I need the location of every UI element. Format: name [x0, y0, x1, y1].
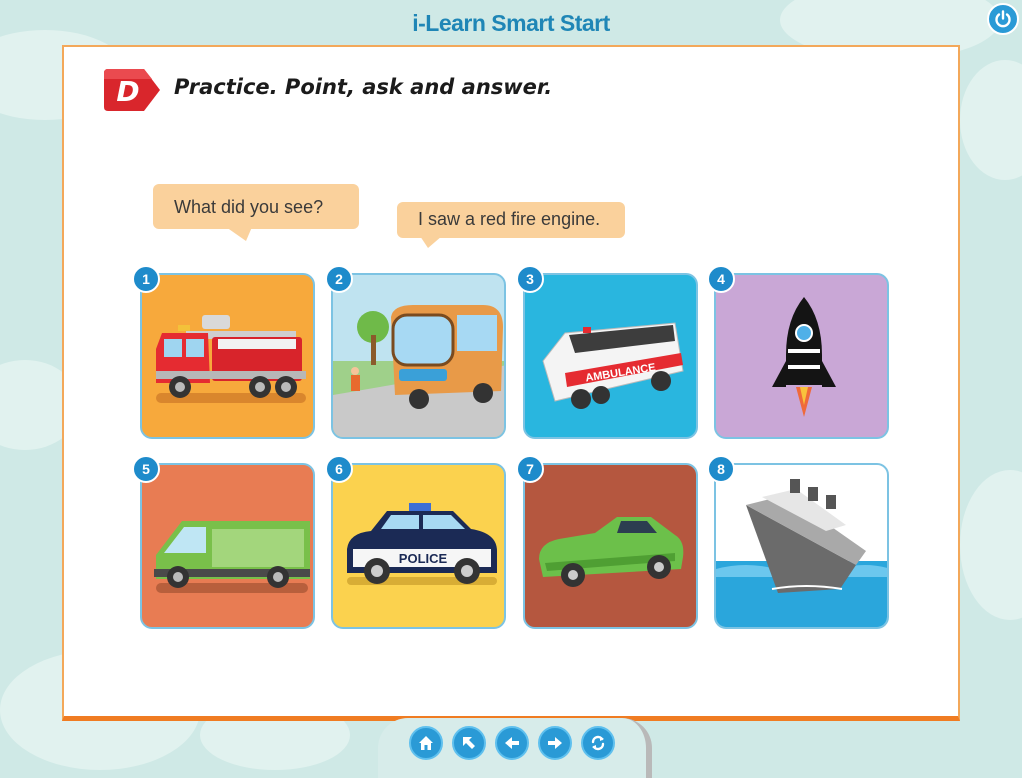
police-car-illustration: POLICE [347, 503, 497, 585]
card-number-8: 8 [707, 455, 735, 483]
background-cloud [960, 60, 1022, 180]
picture-card-2[interactable] [331, 273, 506, 439]
car-illustration [539, 517, 684, 587]
rocket-illustration [772, 297, 836, 417]
activity-letter: D [116, 75, 139, 108]
picture-card-4[interactable] [714, 273, 889, 439]
answer-bubble-tail [420, 236, 442, 248]
next-button[interactable] [538, 726, 572, 760]
van-illustration [154, 521, 310, 593]
refresh-icon [591, 735, 605, 751]
activity-letter-badge: D [104, 69, 160, 111]
background-cloud [960, 470, 1022, 620]
picture-card-5[interactable] [140, 463, 315, 629]
previous-button[interactable] [495, 726, 529, 760]
question-bubble-tail [226, 227, 252, 241]
lesson-page: D Practice. Point, ask and answer. What … [62, 45, 960, 721]
picture-card-6[interactable]: POLICE [331, 463, 506, 629]
ship-illustration [716, 479, 887, 627]
picture-card-1[interactable] [140, 273, 315, 439]
replay-button[interactable] [581, 726, 615, 760]
arrow-right-icon [548, 737, 562, 749]
card-number-4: 4 [707, 265, 735, 293]
navigation-bar [378, 718, 652, 778]
picture-card-8[interactable] [714, 463, 889, 629]
ambulance-illustration: AMBULANCE [542, 322, 684, 409]
back-to-menu-button[interactable] [452, 726, 486, 760]
card-number-2: 2 [325, 265, 353, 293]
answer-speech-bubble: I saw a red fire engine. [397, 202, 625, 238]
instruction-text: Practice. Point, ask and answer. [174, 75, 553, 99]
question-speech-bubble: What did you see? [153, 184, 359, 229]
arrow-left-icon [505, 737, 519, 749]
app-title: i-Learn Smart Start [412, 10, 610, 36]
home-icon [419, 736, 433, 750]
home-button[interactable] [409, 726, 443, 760]
card-number-3: 3 [516, 265, 544, 293]
fire-engine-illustration [156, 315, 306, 403]
card-number-5: 5 [132, 455, 160, 483]
card-number-7: 7 [516, 455, 544, 483]
card-number-6: 6 [325, 455, 353, 483]
picture-card-3[interactable]: AMBULANCE [523, 273, 698, 439]
card-number-1: 1 [132, 265, 160, 293]
picture-card-7[interactable] [523, 463, 698, 629]
police-label: POLICE [399, 551, 448, 566]
arrow-up-left-icon [463, 737, 475, 749]
bus-illustration [333, 305, 504, 437]
power-icon [995, 10, 1011, 28]
power-button[interactable] [987, 3, 1019, 35]
